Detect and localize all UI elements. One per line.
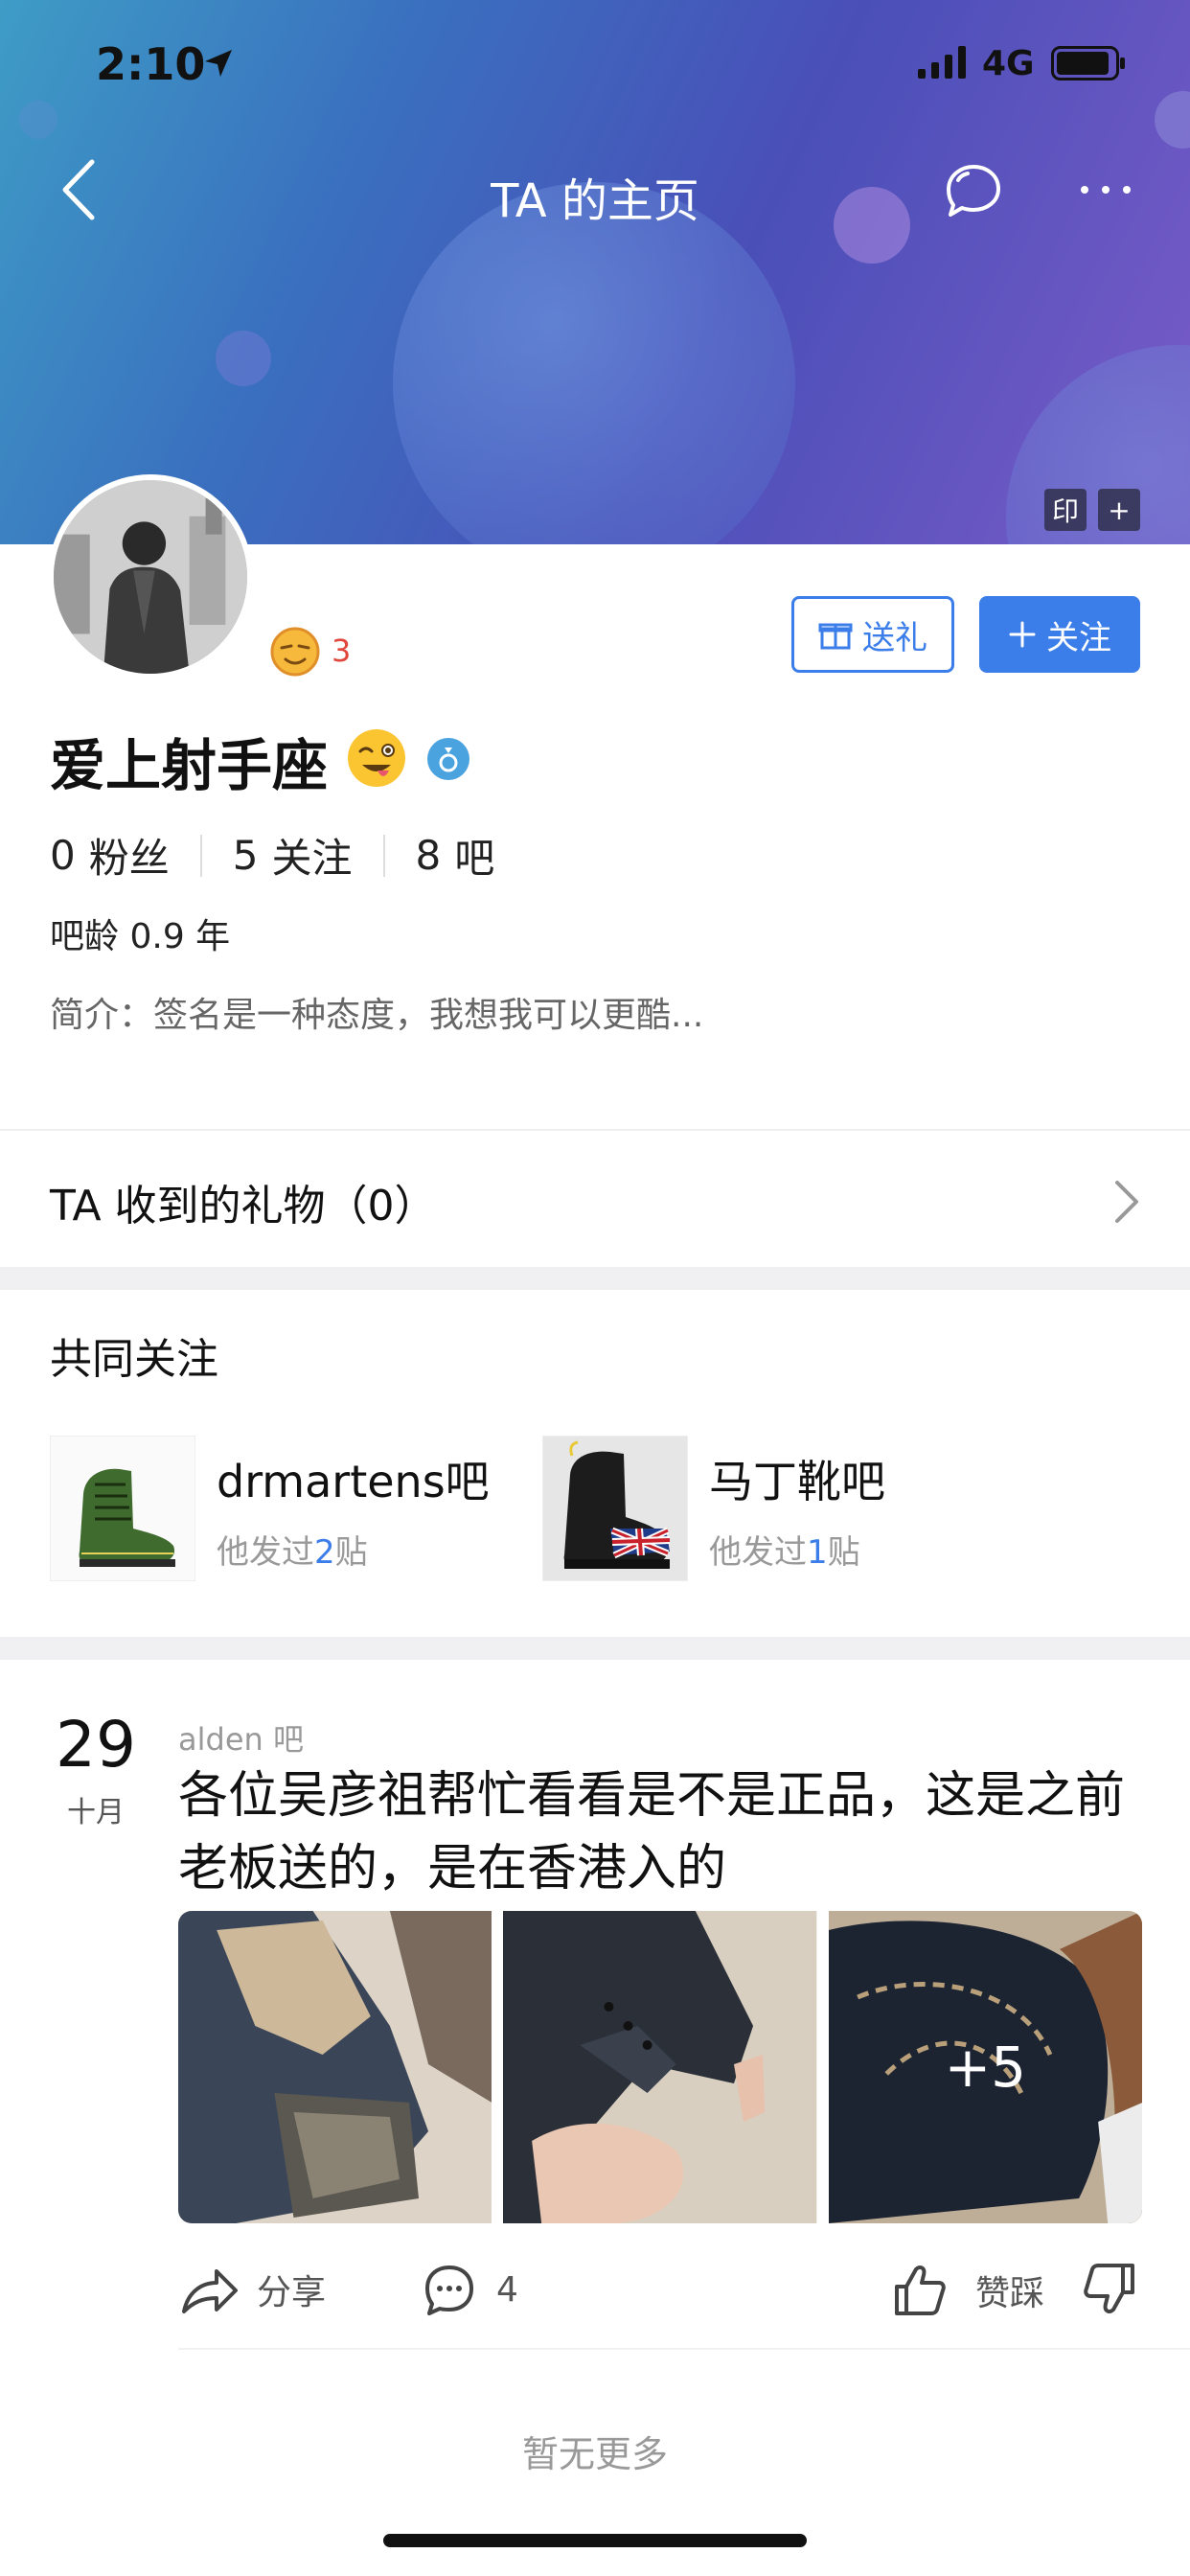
dislike-button[interactable] (1079, 2258, 1142, 2321)
avatar[interactable] (48, 474, 253, 679)
thumbs-up-icon (895, 2266, 946, 2315)
send-gift-button[interactable]: 送礼 (791, 596, 954, 673)
received-gifts-row[interactable]: TA 收到的礼物（0） (0, 1133, 1190, 1267)
post-title[interactable]: 各位吴彦祖帮忙看看是不是正品，这是之前老板送的，是在香港入的 (178, 1760, 1146, 1905)
bio-label: 简介： (50, 996, 154, 1035)
post-count-number: 2 (314, 1533, 335, 1572)
fans-label[interactable]: 粉丝 (89, 826, 170, 885)
bar-thumbnail (50, 1436, 195, 1581)
post-count-prefix: 他发过 (217, 1533, 314, 1572)
chevron-right-icon (1115, 1181, 1138, 1223)
fans-count[interactable]: 0 (50, 832, 76, 879)
comment-button[interactable]: 4 (418, 2258, 518, 2321)
post-date-month: 十月 (67, 1796, 125, 1829)
bar-post-count: 他发过1贴 (709, 1526, 860, 1573)
bar-age-value: 0.9 年 (129, 917, 231, 956)
share-label: 分享 (257, 2273, 327, 2312)
following-label[interactable]: 关注 (271, 826, 352, 885)
bar-name: drmartens吧 (217, 1456, 490, 1507)
gender-male-icon (427, 738, 469, 780)
status-bar: 2:10 4G (0, 0, 1190, 125)
post-divider (178, 2348, 1190, 2350)
more-images-count: +5 (944, 2035, 1027, 2100)
gift-icon (818, 623, 853, 650)
bar-post-count: 他发过2贴 (217, 1526, 368, 1573)
bar-age-label: 吧龄 (50, 917, 120, 956)
post-forum-name[interactable]: alden 吧 (178, 1715, 304, 1760)
bio: 简介：签名是一种态度，我想我可以更酷... (50, 987, 703, 1037)
no-more-text: 暂无更多 (521, 2433, 668, 2475)
post-image-grid[interactable]: +5 (178, 1911, 1142, 2223)
send-gift-label: 送礼 (862, 618, 927, 657)
post-image[interactable]: +5 (828, 1911, 1142, 2223)
share-button[interactable]: 分享 (178, 2258, 326, 2321)
bars-count[interactable]: 8 (416, 832, 442, 879)
mutual-bar-card[interactable]: 马丁靴吧 他发过1贴 (542, 1436, 993, 1581)
avatar-photo (54, 480, 247, 674)
section-divider (0, 1267, 1190, 1290)
received-gifts-label: TA 收到的礼物（0） (50, 1182, 437, 1230)
bio-text: 签名是一种态度，我想我可以更酷... (153, 996, 704, 1035)
comment-count: 4 (496, 2269, 518, 2310)
bar-thumbnail (542, 1436, 688, 1581)
page-title: TA 的主页 (491, 174, 699, 228)
level-emoji-icon (270, 627, 320, 677)
post-date-day: 29 (56, 1708, 136, 1782)
mutual-follow-title: 共同关注 (50, 1335, 218, 1384)
more-icon[interactable] (1077, 180, 1134, 199)
profile-stats: 0 粉丝 5 关注 8 吧 (50, 826, 494, 885)
share-icon (182, 2269, 238, 2313)
network-type: 4G (982, 44, 1035, 83)
post-image[interactable] (178, 1911, 492, 2223)
section-divider (0, 1129, 1190, 1131)
like-button[interactable] (887, 2258, 950, 2321)
post-count-number: 1 (807, 1533, 828, 1572)
location-arrow-icon (205, 50, 232, 77)
level-number: 3 (332, 632, 352, 669)
following-count[interactable]: 5 (233, 832, 259, 879)
follow-button[interactable]: 关注 (979, 596, 1140, 673)
bar-name: 马丁靴吧 (709, 1456, 885, 1507)
stat-divider (199, 834, 202, 877)
chat-icon[interactable] (939, 161, 1004, 222)
profile-banner: 2:10 4G TA 的主页 印 + (0, 0, 1190, 544)
section-divider (0, 1637, 1190, 1660)
signal-icon (918, 46, 966, 79)
home-indicator[interactable] (383, 2534, 807, 2547)
username: 爱上射手座 (50, 733, 329, 798)
follow-label: 关注 (1046, 618, 1111, 657)
banner-bubble (393, 182, 795, 544)
comment-icon (425, 2266, 473, 2315)
post-count-suffix: 贴 (827, 1533, 860, 1572)
add-badge[interactable]: + (1098, 489, 1140, 531)
bar-age: 吧龄 0.9 年 (50, 908, 230, 958)
battery-icon (1051, 46, 1125, 80)
stat-divider (382, 834, 385, 877)
post-image[interactable] (503, 1911, 817, 2223)
post-count-prefix: 他发过 (709, 1533, 807, 1572)
post-actions: 分享 4 赞踩 (178, 2258, 1142, 2334)
wink-emoji-icon (348, 729, 405, 787)
mutual-bar-card[interactable]: drmartens吧 他发过2贴 (50, 1436, 500, 1581)
status-time: 2:10 (96, 38, 206, 90)
vote-label: 赞踩 (975, 2274, 1045, 2313)
thumbs-down-icon (1084, 2264, 1134, 2313)
post-count-suffix: 贴 (334, 1533, 368, 1572)
banner-bubble (216, 331, 271, 386)
stamp-badge[interactable]: 印 (1044, 489, 1087, 531)
plus-icon (1009, 621, 1036, 648)
bars-label[interactable]: 吧 (454, 826, 494, 885)
